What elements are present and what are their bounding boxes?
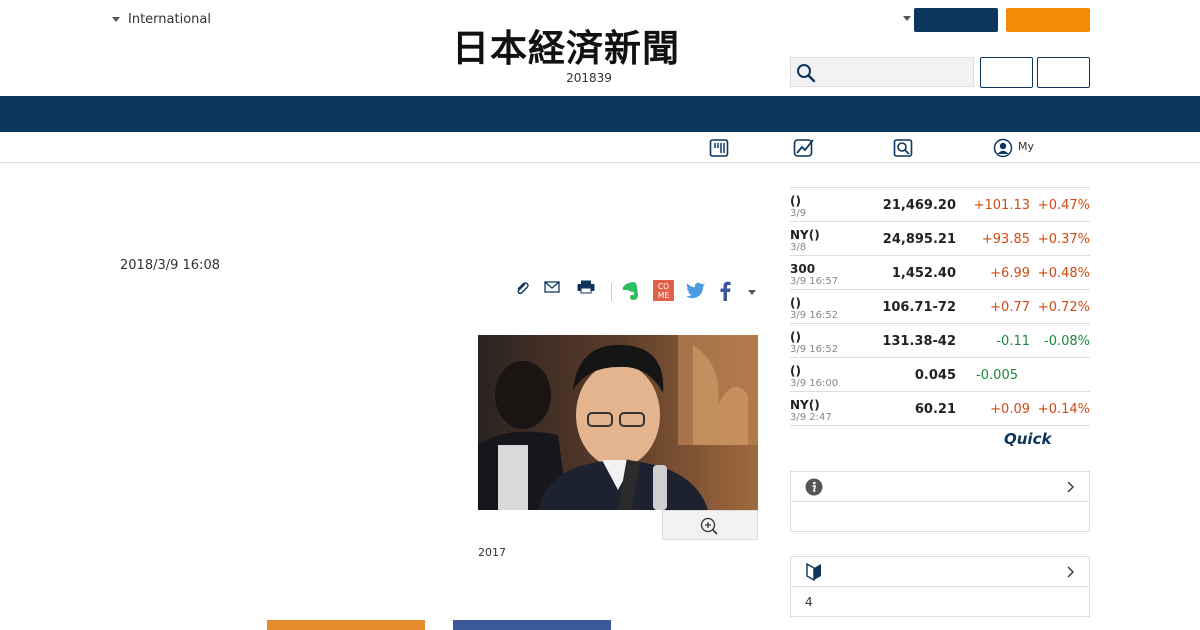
action-button[interactable] [267, 620, 425, 630]
info-panel [790, 471, 1090, 532]
svg-text:CO: CO [658, 282, 669, 291]
market-row[interactable]: NY() 3/8 24,895.21 +93.85 +0.37% [790, 222, 1090, 256]
twitter-icon[interactable] [686, 282, 706, 300]
market-name: () [790, 330, 801, 344]
chevron-right-icon [1067, 481, 1074, 493]
market-value: 0.045 [914, 368, 956, 383]
market-row[interactable]: () 3/9 16:52 106.71-72 +0.77 +0.72% [790, 290, 1090, 324]
market-row[interactable]: () 3/9 16:52 131.38-42 -0.11 -0.08% [790, 324, 1090, 358]
market-change: +6.99 [990, 266, 1030, 281]
zoom-in-icon [700, 517, 718, 535]
market-row[interactable]: () 3/9 21,469.20 +101.13 +0.47% [790, 188, 1090, 222]
market-percent: -0.08% [1044, 334, 1090, 349]
search-submit-button[interactable] [1037, 57, 1090, 88]
quick-logo[interactable]: Quick [1004, 430, 1051, 448]
market-value: 24,895.21 [882, 232, 956, 247]
newspaper-icon[interactable] [709, 138, 729, 158]
chart-icon[interactable] [793, 138, 815, 158]
chevron-down-icon[interactable] [748, 290, 756, 295]
evernote-icon[interactable] [622, 281, 640, 301]
market-name: 300 [790, 262, 816, 276]
market-percent: +0.48% [1037, 266, 1090, 281]
market-row[interactable]: 300 3/9 16:57 1,452.40 +6.99 +0.48% [790, 256, 1090, 290]
facebook-icon[interactable] [719, 281, 731, 301]
market-percent: +0.47% [1037, 198, 1090, 213]
market-percent: +0.72% [1037, 300, 1090, 315]
market-row[interactable]: NY() 3/9 2:47 60.21 +0.09 +0.14% [790, 392, 1090, 426]
market-change: -0.11 [996, 334, 1030, 349]
market-name: () [790, 296, 801, 310]
chevron-down-icon[interactable] [903, 16, 911, 21]
article-date: 2018/3/9 16:08 [120, 258, 220, 273]
market-data-table: () 3/9 21,469.20 +101.13 +0.47% NY() 3/8… [790, 187, 1090, 426]
market-time: 3/9 [790, 208, 807, 219]
search-icon[interactable] [893, 138, 913, 158]
search-option-button[interactable] [980, 57, 1033, 88]
main-navigation [0, 96, 1200, 132]
market-value: 106.71-72 [882, 300, 956, 315]
beginner-panel-count[interactable]: 4 [805, 595, 813, 609]
market-percent: +0.37% [1037, 232, 1090, 247]
market-value: 60.21 [914, 402, 956, 417]
photo-image [478, 335, 758, 510]
login-button[interactable] [914, 8, 998, 32]
market-change: +101.13 [973, 198, 1030, 213]
market-value: 131.38-42 [882, 334, 956, 349]
market-time: 3/9 16:52 [790, 310, 839, 321]
market-name: () [790, 194, 801, 208]
paperclip-icon[interactable] [514, 280, 530, 296]
market-time: 3/9 2:47 [790, 412, 832, 423]
market-name: () [790, 364, 801, 378]
info-icon [805, 478, 823, 496]
market-name: NY() [790, 228, 820, 242]
market-change: +0.77 [990, 300, 1030, 315]
market-time: 3/9 16:57 [790, 276, 839, 287]
article-photo[interactable] [478, 335, 758, 510]
comment-icon[interactable]: CO ME [653, 280, 674, 301]
search-input[interactable] [790, 57, 974, 87]
edition-selector[interactable]: International [112, 12, 211, 27]
market-change: -0.005 [976, 368, 1018, 383]
user-icon[interactable] [993, 138, 1013, 158]
photo-caption: 2017 [478, 546, 506, 559]
edition-label: International [128, 12, 211, 27]
site-logo[interactable]: 日本経済新聞 [452, 26, 748, 70]
svg-text:ME: ME [658, 291, 669, 300]
share-divider [611, 283, 612, 301]
print-icon[interactable] [577, 280, 595, 294]
subscribe-button[interactable] [1006, 8, 1090, 32]
market-percent: +0.14% [1037, 402, 1090, 417]
beginner-panel-header[interactable] [791, 557, 1089, 587]
mail-icon[interactable] [544, 280, 560, 294]
market-row[interactable]: () 3/9 16:00 0.045 -0.005 [790, 358, 1090, 392]
beginner-mark-icon [806, 563, 821, 581]
chevron-right-icon [1067, 566, 1074, 578]
enlarge-photo-button[interactable] [662, 510, 758, 540]
beginner-panel-body: 4 [791, 587, 1089, 617]
market-value: 21,469.20 [882, 198, 956, 213]
my-page-link[interactable]: My [1018, 140, 1034, 153]
chevron-down-icon [112, 17, 120, 22]
search-icon[interactable] [796, 63, 816, 83]
market-time: 3/9 16:52 [790, 344, 839, 355]
market-change: +0.09 [990, 402, 1030, 417]
market-change: +93.85 [981, 232, 1030, 247]
header-date: 201839 [566, 71, 612, 85]
market-time: 3/8 [790, 242, 807, 253]
market-time: 3/9 16:00 [790, 378, 839, 389]
market-name: NY() [790, 398, 820, 412]
facebook-share-button[interactable] [453, 620, 611, 630]
beginner-panel: 4 [790, 556, 1090, 617]
market-value: 1,452.40 [891, 266, 956, 281]
info-panel-body [791, 502, 1089, 532]
info-panel-header[interactable] [791, 472, 1089, 502]
